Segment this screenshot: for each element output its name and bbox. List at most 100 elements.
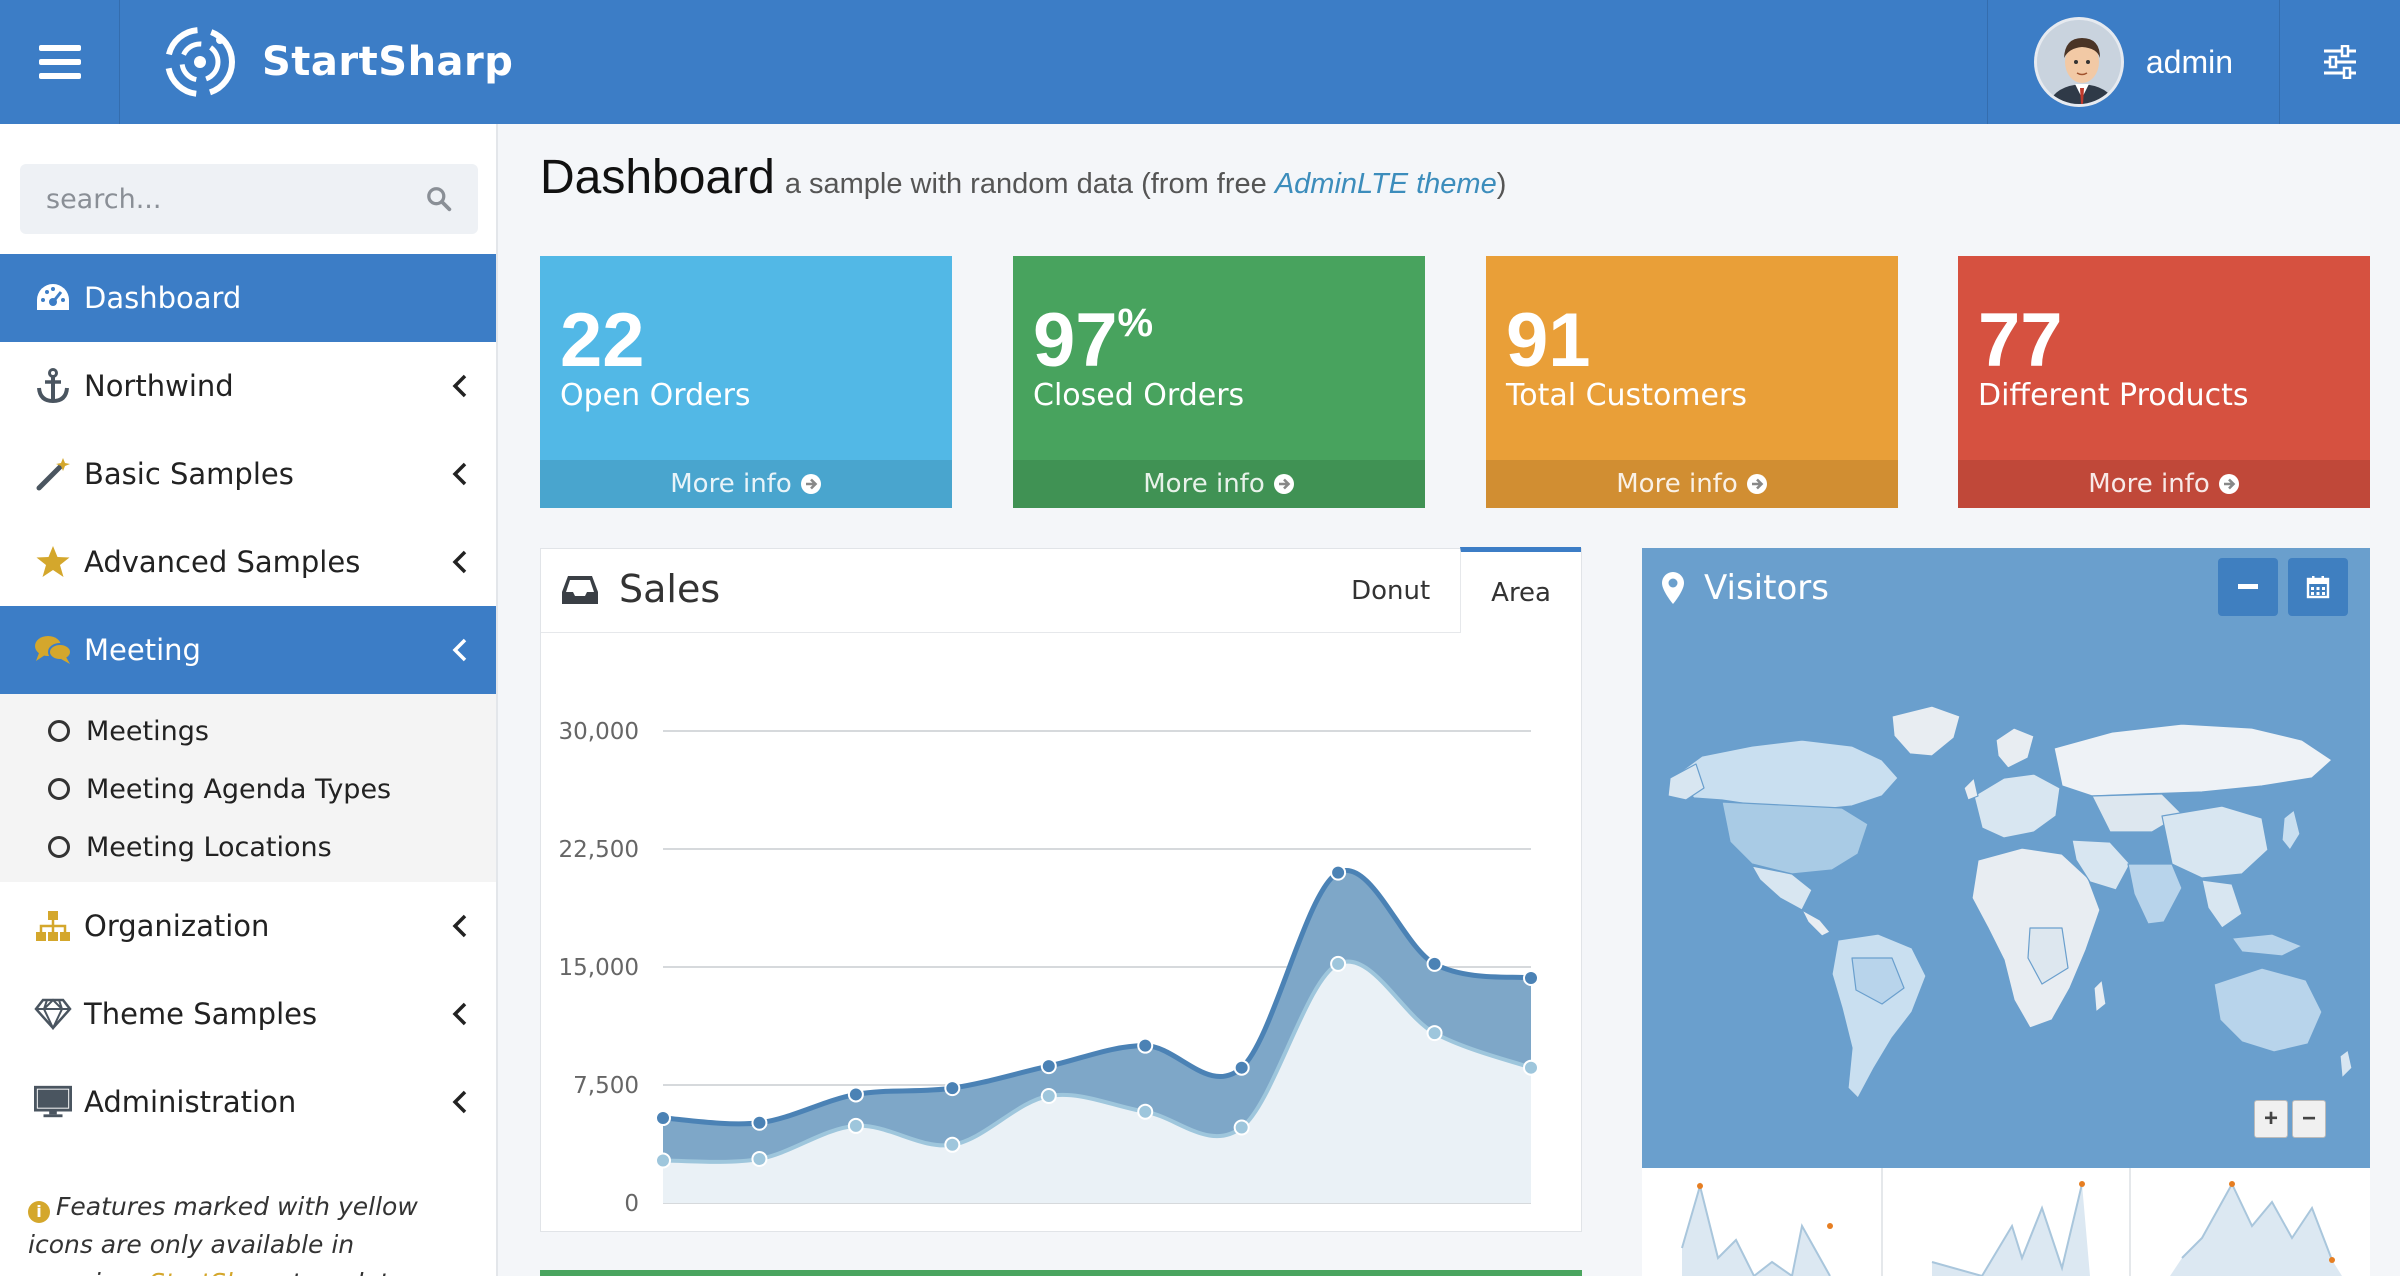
arrow-circle-right-icon (800, 474, 821, 494)
y-tick-label: 0 (624, 1191, 639, 1217)
sidebar-item-advanced-samples[interactable]: Advanced Samples (0, 518, 496, 606)
series-1-point (751, 1114, 768, 1131)
more-info-link[interactable]: More info (1013, 460, 1425, 508)
top-navbar: StartSharp admin (0, 0, 2400, 124)
sidebar-item-northwind[interactable]: Northwind (0, 342, 496, 430)
visitors-sparklines (1642, 1168, 2370, 1276)
username: admin (2145, 43, 2233, 80)
inbox-icon (562, 576, 598, 604)
series-1-point (847, 1086, 864, 1103)
series-1-point (1330, 864, 1347, 881)
more-info-link[interactable]: More info (1958, 460, 2370, 508)
sidebar-item-dashboard[interactable]: Dashboard (0, 254, 496, 342)
sidebar-subitem-label: Meeting Agenda Types (86, 773, 392, 805)
tile-value: 91 (1506, 298, 1591, 383)
more-info-link[interactable]: More info (540, 460, 952, 508)
sidebar: Dashboard Northwind Basic Samples Advanc… (0, 124, 498, 1276)
tile-label: Closed Orders (1033, 378, 1245, 413)
magic-wand-icon (34, 455, 72, 493)
map-marker-icon (1662, 572, 1684, 604)
sidebar-item-label: Dashboard (84, 281, 242, 315)
sidebar-item-organization[interactable]: Organization (0, 882, 496, 970)
page-subtitle-close: ) (1496, 168, 1507, 200)
sidebar-item-label: Advanced Samples (84, 545, 361, 579)
sidebar-subitem-meeting-locations[interactable]: Meeting Locations (0, 818, 496, 876)
star-icon (34, 543, 72, 581)
stat-tile-open-orders: 22 Open Orders More info (540, 256, 952, 508)
map-zoom-in-button[interactable]: + (2254, 1100, 2288, 1138)
premium-note-tail: template. (291, 1268, 412, 1276)
more-info-link[interactable]: More info (1486, 460, 1898, 508)
sidebar-item-label: Northwind (84, 369, 234, 403)
sidebar-item-basic-samples[interactable]: Basic Samples (0, 430, 496, 518)
calendar-icon (2306, 576, 2330, 599)
series-2-point (655, 1152, 671, 1169)
sidebar-item-label: Theme Samples (84, 997, 318, 1031)
sparkline-charts (1681, 1168, 2342, 1276)
hamburger-icon (38, 45, 81, 79)
search-icon[interactable] (426, 185, 452, 213)
dashboard-icon (34, 279, 72, 317)
series-2-point (751, 1150, 768, 1167)
arrow-circle-right-icon (1746, 474, 1767, 494)
map-zoom-out-button[interactable]: − (2292, 1100, 2326, 1138)
sidebar-item-meeting[interactable]: Meeting (0, 606, 496, 694)
brand-name: StartSharp (262, 39, 514, 85)
sidebar-subitem-label: Meeting Locations (86, 831, 332, 863)
chevron-left-icon (452, 1002, 467, 1026)
series-2-point (1426, 1025, 1443, 1042)
adminlte-theme-link[interactable]: AdminLTE theme (1275, 168, 1497, 200)
sidebar-item-theme-samples[interactable]: Theme Samples (0, 970, 496, 1058)
visitors-title: Visitors (1660, 568, 1829, 608)
sidebar-item-label: Organization (84, 909, 270, 943)
date-range-button[interactable] (2288, 558, 2348, 616)
chevron-left-icon (452, 638, 467, 662)
sales-title: Sales (561, 567, 720, 611)
sparkline-2 (1932, 1184, 2090, 1276)
startsharp-link[interactable]: StartSharp (149, 1268, 283, 1276)
sidebar-item-administration[interactable]: Administration (0, 1058, 496, 1146)
chevron-left-icon (452, 374, 467, 398)
tab-area[interactable]: Area (1460, 547, 1581, 633)
tile-value: 77 (1978, 298, 2063, 383)
chevron-left-icon (452, 462, 467, 486)
series-1-point (1040, 1058, 1057, 1075)
sitemap-icon (34, 907, 72, 945)
minus-icon (2238, 584, 2258, 589)
sidebar-subitem-label: Meetings (86, 715, 209, 747)
sidebar-menu: Dashboard Northwind Basic Samples Advanc… (0, 254, 496, 1146)
sidebar-toggle-button[interactable] (0, 0, 120, 124)
user-menu[interactable]: admin (1986, 0, 2280, 124)
series-2-point (1233, 1119, 1250, 1136)
series-1-point (1523, 970, 1539, 987)
avatar (2033, 17, 2124, 107)
sliders-icon (2324, 45, 2356, 79)
series-1-point (655, 1110, 671, 1127)
sidebar-search (20, 164, 478, 234)
sidebar-item-label: Administration (84, 1085, 297, 1119)
brand[interactable]: StartSharp (158, 20, 513, 104)
tile-value: 97% (1033, 298, 1154, 383)
sidebar-item-label: Meeting (84, 633, 201, 667)
comments-icon (34, 631, 72, 669)
y-tick-label: 15,000 (559, 955, 639, 981)
chevron-left-icon (452, 550, 467, 574)
series-1-point (944, 1080, 961, 1097)
series-2-point (1040, 1088, 1057, 1105)
series-2-point (944, 1136, 961, 1153)
search-input[interactable] (46, 183, 426, 215)
chevron-left-icon (452, 1090, 467, 1114)
circle-icon (48, 836, 70, 858)
meeting-submenu: Meetings Meeting Agenda Types Meeting Lo… (0, 694, 496, 882)
tile-label: Total Customers (1506, 378, 1747, 413)
sidebar-subitem-meetings[interactable]: Meetings (0, 702, 496, 760)
sidebar-subitem-meeting-agenda-types[interactable]: Meeting Agenda Types (0, 760, 496, 818)
collapse-button[interactable] (2218, 558, 2278, 616)
y-tick-label: 30,000 (559, 719, 639, 745)
stat-tile-closed-orders: 97% Closed Orders More info (1013, 256, 1425, 508)
y-tick-label: 22,500 (559, 837, 639, 863)
tile-value: 22 (560, 298, 645, 383)
tab-donut[interactable]: Donut (1321, 549, 1460, 633)
settings-button[interactable] (2280, 0, 2400, 124)
sparkline-3 (2170, 1184, 2342, 1276)
